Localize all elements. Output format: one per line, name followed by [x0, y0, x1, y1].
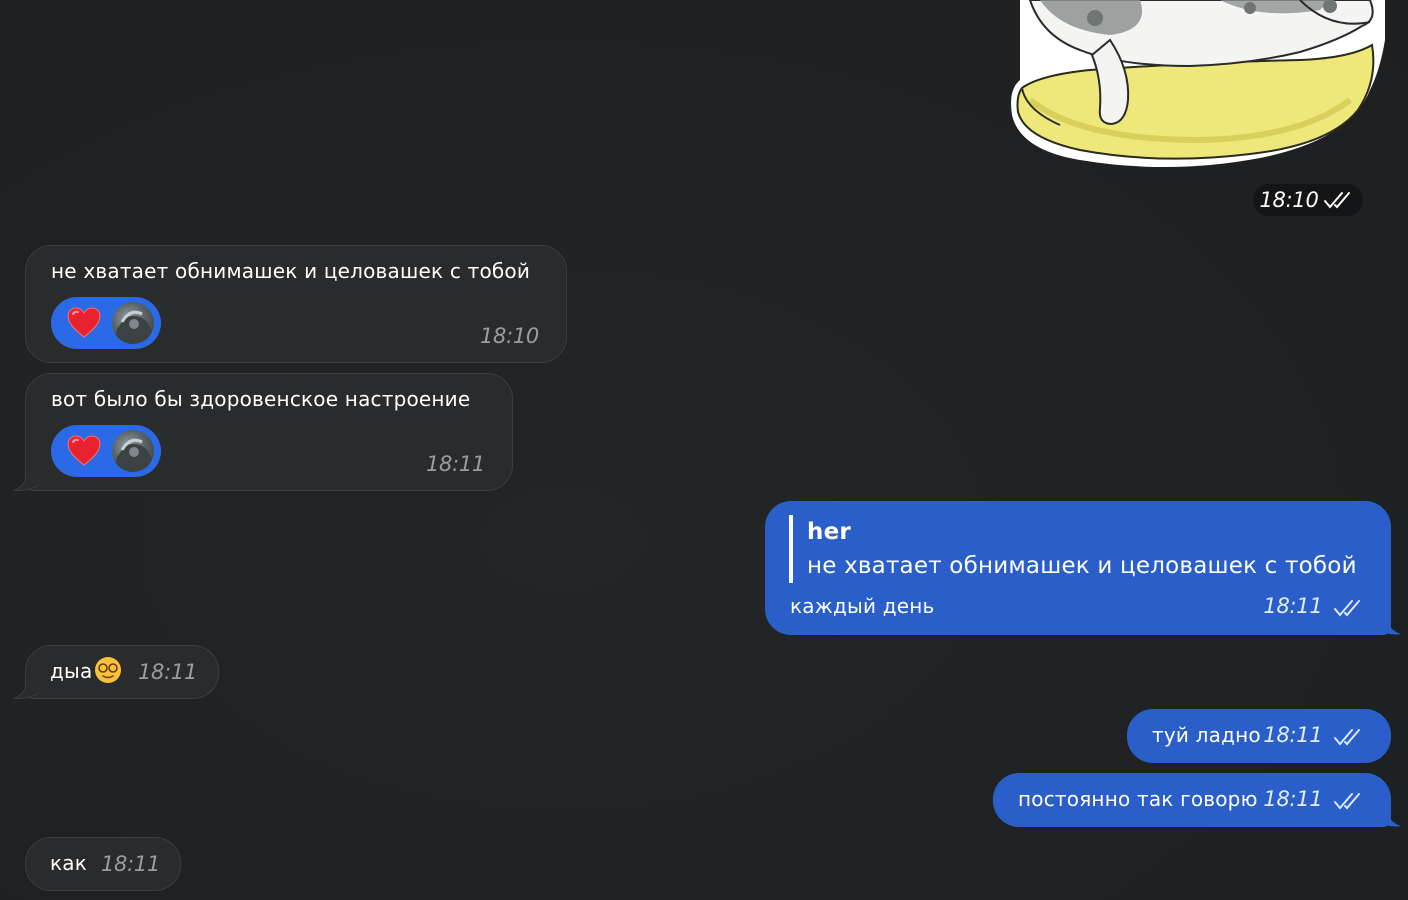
message-time: 18:11 [101, 852, 161, 876]
message-time: 18:11 [1263, 594, 1323, 618]
message-time: 18:11 [425, 452, 485, 476]
bubble-tail [13, 471, 38, 491]
reply-text: не хватает обнимашек и целовашек с тобой [807, 553, 1357, 579]
dizzy-face-emoji-icon [95, 657, 121, 683]
message-text: дыа [50, 659, 93, 683]
avatar [112, 430, 154, 472]
cat-on-banana-sticker-icon [1011, 0, 1385, 168]
double-check-icon [1334, 599, 1360, 617]
double-check-icon [1323, 192, 1350, 209]
bubble-tail [13, 679, 38, 699]
incoming-message[interactable]: вот было бы здоровенское настроение 18:1… [25, 373, 513, 491]
heart-icon [67, 307, 101, 338]
sticker-message[interactable] [1000, 0, 1390, 175]
heart-icon [67, 435, 101, 466]
message-text: вот было бы здоровенское настроение [51, 387, 471, 411]
incoming-message[interactable]: дыа 18:11 [25, 645, 219, 699]
message-time: 18:11 [1263, 787, 1323, 811]
message-time: 18:11 [1263, 723, 1323, 747]
bubble-tail [1377, 807, 1401, 827]
message-time: 18:10 [479, 324, 539, 348]
message-meta: 18:11 [1263, 722, 1367, 748]
message-text: каждый день [790, 594, 935, 618]
message-text: как [50, 851, 88, 875]
chat-area: 18:10 не хватает обнимашек и целовашек с… [0, 0, 1408, 900]
message-meta: 18:11 [1263, 593, 1367, 619]
reaction-pill[interactable] [51, 297, 161, 349]
message-time: 18:10 [1259, 188, 1319, 212]
message-text: туй ладно [1152, 723, 1261, 747]
sticker-timestamp: 18:10 [1253, 184, 1363, 216]
outgoing-message[interactable]: her не хватает обнимашек и целовашек с т… [765, 501, 1391, 635]
bubble-tail [1377, 615, 1401, 635]
avatar [112, 302, 154, 344]
reply-quote[interactable]: her не хватает обнимашек и целовашек с т… [789, 515, 1357, 583]
reaction-pill[interactable] [51, 425, 161, 477]
double-check-icon [1334, 728, 1360, 746]
message-text: постоянно так говорю [1018, 787, 1258, 811]
double-check-icon [1334, 792, 1360, 810]
incoming-message[interactable]: как 18:11 [25, 837, 181, 891]
incoming-message[interactable]: не хватает обнимашек и целовашек с тобой… [25, 245, 567, 363]
outgoing-message[interactable]: постоянно так говорю 18:11 [993, 773, 1391, 827]
message-meta: 18:11 [1263, 786, 1367, 812]
outgoing-message[interactable]: туй ладно 18:11 [1127, 709, 1391, 763]
message-text: не хватает обнимашек и целовашек с тобой [51, 259, 531, 283]
reply-author: her [807, 519, 851, 545]
message-time: 18:11 [138, 660, 198, 684]
